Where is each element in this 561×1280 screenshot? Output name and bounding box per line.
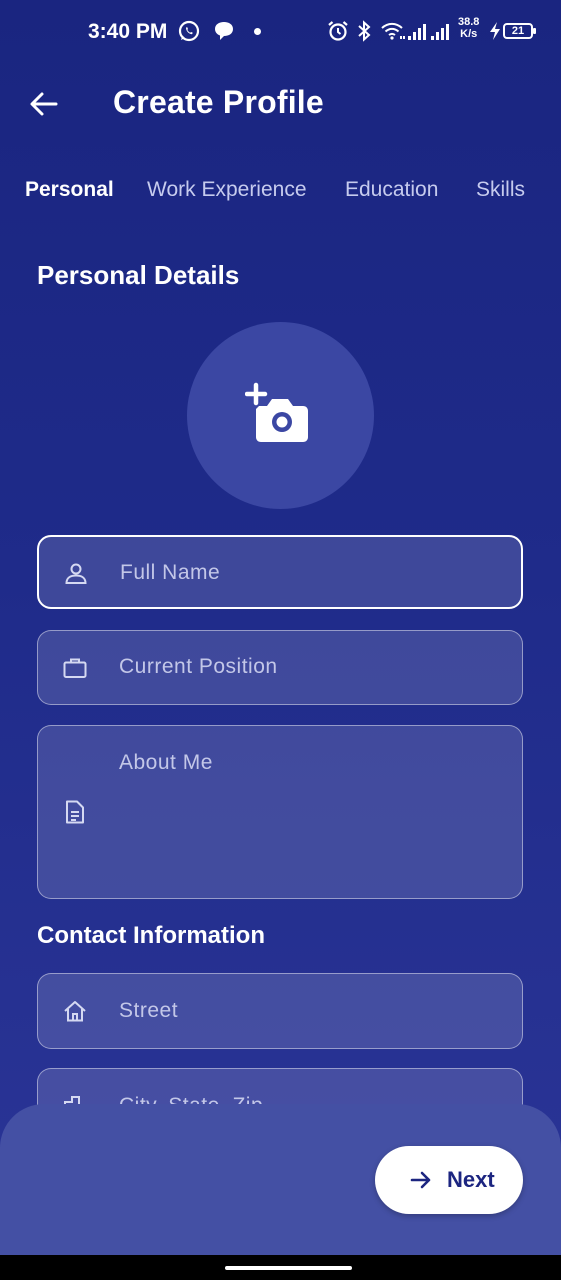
tab-education[interactable]: Education <box>345 178 438 202</box>
network-speed: 38.8 K/s <box>458 16 480 40</box>
status-time: 3:40 PM <box>88 20 168 43</box>
alarm-icon <box>328 21 348 41</box>
tab-work-experience[interactable]: Work Experience <box>147 178 307 202</box>
contact-information-heading: Contact Information <box>37 922 265 949</box>
signal-icon <box>408 24 449 40</box>
battery-level: 21 <box>511 25 525 37</box>
bluetooth-icon <box>358 20 371 42</box>
add-photo-icon <box>245 382 308 442</box>
next-button[interactable]: Next <box>375 1146 523 1214</box>
next-label: Next <box>447 1167 495 1192</box>
tab-bar: Personal Work Experience Education Skill… <box>0 172 561 212</box>
about-me-placeholder: About Me <box>119 751 213 774</box>
home-icon <box>64 1001 86 1022</box>
street-field[interactable]: Street <box>37 973 523 1049</box>
about-me-field[interactable]: About Me <box>37 725 523 899</box>
tab-personal[interactable]: Personal <box>25 178 114 202</box>
briefcase-icon <box>63 658 87 678</box>
notification-dot <box>254 28 261 35</box>
personal-details-heading: Personal Details <box>37 260 240 290</box>
arrow-forward-icon <box>410 1171 431 1189</box>
battery-icon: 21 <box>503 23 536 39</box>
whatsapp-icon <box>178 20 200 42</box>
current-position-placeholder: Current Position <box>119 655 278 678</box>
tab-skills[interactable]: Skills <box>476 178 525 202</box>
full-name-placeholder: Full Name <box>120 561 221 584</box>
page-title: Create Profile <box>113 84 324 120</box>
system-nav-bar <box>0 1255 561 1280</box>
current-position-field[interactable]: Current Position <box>37 630 523 705</box>
status-bar: 3:40 PM 38.8 K/s 21 <box>0 0 561 64</box>
person-icon <box>65 563 87 584</box>
chat-bubble-icon <box>215 22 233 40</box>
wifi-icon <box>381 22 405 40</box>
street-placeholder: Street <box>119 999 179 1022</box>
home-gesture-handle[interactable] <box>225 1266 352 1270</box>
document-icon <box>66 800 84 824</box>
arrow-back-icon[interactable] <box>26 86 62 122</box>
full-name-field[interactable]: Full Name <box>37 535 523 609</box>
profile-photo-picker[interactable] <box>187 322 374 509</box>
charging-icon <box>490 22 500 40</box>
